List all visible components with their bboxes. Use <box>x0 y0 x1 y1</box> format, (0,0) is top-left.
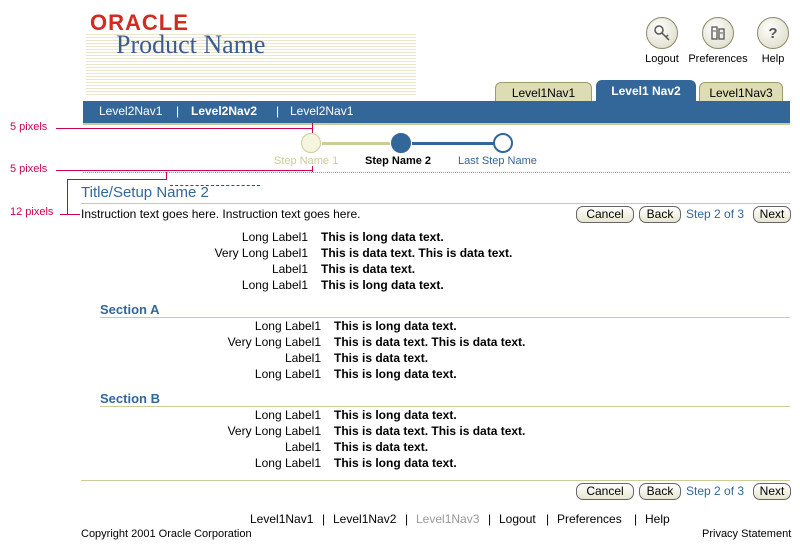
annotation-line <box>312 123 313 133</box>
section-a-title: Section A <box>100 302 160 317</box>
field-label: Long Label1 <box>254 367 321 381</box>
level2-item-nav1[interactable]: Level2Nav1 <box>99 104 162 118</box>
level2-separator: | <box>276 104 280 118</box>
back-button[interactable]: Back <box>639 206 681 223</box>
help-label: Help <box>761 53 785 65</box>
field-label: Label1 <box>284 351 321 365</box>
help-button[interactable]: ? Help <box>756 17 790 65</box>
train-step-3-label[interactable]: Last Step Name <box>458 155 537 167</box>
field-value: This is data text. <box>321 262 416 276</box>
privacy-statement-link[interactable]: Privacy Statement <box>702 528 791 540</box>
field-value: This is long data text. <box>334 319 457 333</box>
copyright-text: Copyright 2001 Oracle Corporation <box>81 528 252 540</box>
train-divider <box>83 172 790 173</box>
field-label: Very Long Label1 <box>214 246 308 260</box>
field-value: This is data text. <box>334 351 429 365</box>
annotation-5px-top: 5 pixels <box>10 121 48 133</box>
footer-link-preferences[interactable]: Preferences <box>557 512 622 526</box>
section-rule <box>100 317 790 318</box>
field-label: Long Label1 <box>254 408 321 422</box>
cancel-button-bottom[interactable]: Cancel <box>576 483 634 500</box>
section-rule <box>100 406 790 407</box>
field-label: Label1 <box>271 262 308 276</box>
footer-separator: | <box>546 512 550 526</box>
footer-link-help[interactable]: Help <box>645 512 670 526</box>
train-station-2 <box>391 133 411 153</box>
footer-separator: | <box>634 512 638 526</box>
back-button-bottom[interactable]: Back <box>639 483 681 500</box>
annotation-line <box>166 172 167 180</box>
field-label: Long Label1 <box>241 278 308 292</box>
level2-separator: | <box>176 104 180 118</box>
field-label: Very Long Label1 <box>227 335 321 349</box>
train-station-3[interactable] <box>493 133 513 153</box>
field-label: Long Label1 <box>254 319 321 333</box>
train-step-1-label[interactable]: Step Name 1 <box>274 155 338 167</box>
field-value: This is long data text. <box>321 230 444 244</box>
field-value: This is long data text. <box>321 278 444 292</box>
step-indicator: Step 2 of 3 <box>686 207 745 221</box>
train-step-2-label: Step Name 2 <box>365 155 432 167</box>
page-title: Title/Setup Name 2 <box>81 184 209 201</box>
annotation-line <box>67 179 167 180</box>
logout-button[interactable]: Logout <box>642 17 682 65</box>
train-connector <box>322 142 390 145</box>
field-value: This is data text. <box>334 440 429 454</box>
level2-item-nav2[interactable]: Level2Nav2 <box>191 104 257 118</box>
footer-separator: | <box>405 512 409 526</box>
next-button[interactable]: Next <box>753 206 791 223</box>
footer-link-level1nav1[interactable]: Level1Nav1 <box>250 512 313 526</box>
tab-level1nav3[interactable]: Level1Nav3 <box>699 82 783 103</box>
field-label: Long Label1 <box>254 456 321 470</box>
field-value: This is data text. This is data text. <box>334 335 526 349</box>
preferences-button[interactable]: Preferences <box>686 17 750 65</box>
footer-separator: | <box>322 512 326 526</box>
annotation-line <box>56 128 313 129</box>
field-label: Very Long Label1 <box>227 424 321 438</box>
next-button-bottom[interactable]: Next <box>753 483 791 500</box>
bottom-rule <box>81 480 790 481</box>
field-value: This is data text. This is data text. <box>334 424 526 438</box>
logout-label: Logout <box>645 53 679 65</box>
level2-item-nav3[interactable]: Level2Nav1 <box>290 104 353 118</box>
tab-level1nav1[interactable]: Level1Nav1 <box>495 82 592 103</box>
step-indicator-bottom: Step 2 of 3 <box>686 484 745 498</box>
annotation-line <box>67 179 68 215</box>
annotation-line <box>60 214 80 215</box>
annotation-line <box>312 166 313 172</box>
field-label: Label1 <box>284 440 321 454</box>
field-value: This is long data text. <box>334 408 457 422</box>
footer-separator: | <box>488 512 492 526</box>
footer-link-level1nav2[interactable]: Level1Nav2 <box>333 512 396 526</box>
footer-link-logout[interactable]: Logout <box>499 512 536 526</box>
annotation-line <box>56 170 313 171</box>
preferences-icon <box>702 17 734 49</box>
field-value: This is long data text. <box>334 367 457 381</box>
train-station-1[interactable] <box>301 133 321 153</box>
product-name: Product Name <box>116 30 266 59</box>
field-value: This is data text. This is data text. <box>321 246 513 260</box>
annotation-5px-mid: 5 pixels <box>10 163 48 175</box>
title-rule <box>81 203 790 204</box>
footer-link-level1nav3: Level1Nav3 <box>416 512 480 526</box>
cancel-button[interactable]: Cancel <box>576 206 634 223</box>
train-connector <box>412 142 494 145</box>
instruction-text: Instruction text goes here. Instruction … <box>81 207 361 221</box>
level2-nav-bar <box>83 101 790 125</box>
field-label: Long Label1 <box>241 230 308 244</box>
field-value: This is long data text. <box>334 456 457 470</box>
preferences-label: Preferences <box>688 53 748 65</box>
logout-icon <box>646 17 678 49</box>
section-b-title: Section B <box>100 391 160 406</box>
annotation-12px: 12 pixels <box>10 206 54 218</box>
help-icon: ? <box>757 17 789 49</box>
